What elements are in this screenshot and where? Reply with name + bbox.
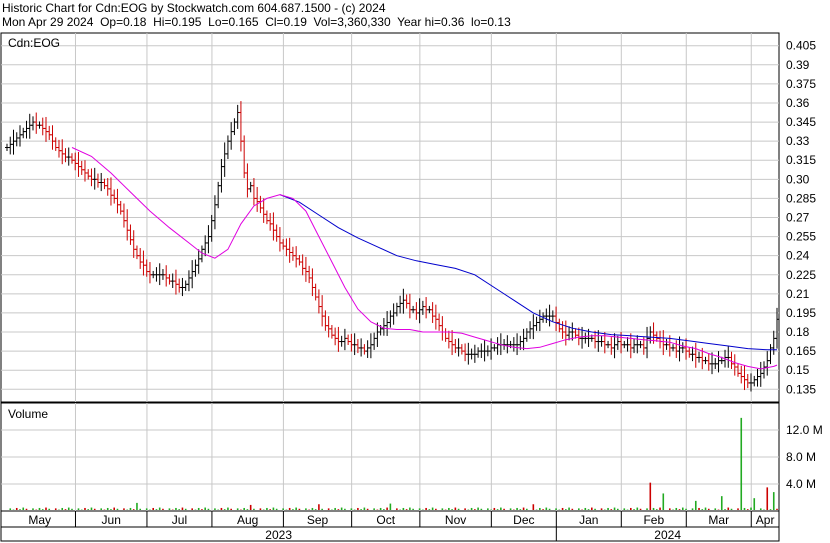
month-label: Mar [708,513,729,527]
volume-tick-label: 4.0 M [786,477,816,491]
month-label: Oct [376,513,395,527]
month-label: Apr [756,513,775,527]
month-label: Feb [643,513,664,527]
price-tick-label: 0.255 [786,230,816,244]
price-tick-label: 0.375 [786,77,816,91]
year-label: 2023 [265,528,292,542]
price-tick-label: 0.27 [786,211,810,225]
price-tick-label: 0.33 [786,134,810,148]
price-tick-label: 0.405 [786,39,816,53]
price-tick-label: 0.30 [786,172,810,186]
price-tick-label: 0.15 [786,363,810,377]
month-label: Jun [102,513,121,527]
price-tick-label: 0.36 [786,96,810,110]
month-label: Jan [579,513,598,527]
price-tick-label: 0.39 [786,58,810,72]
volume-tick-label: 12.0 M [786,423,823,437]
month-label: Sep [307,513,329,527]
volume-tick-label: 8.0 M [786,450,816,464]
price-tick-label: 0.225 [786,268,816,282]
price-tick-label: 0.195 [786,306,816,320]
price-tick-label: 0.315 [786,153,816,167]
month-label: Jul [172,513,187,527]
month-label: Dec [513,513,534,527]
month-label: Aug [237,513,258,527]
price-tick-label: 0.135 [786,382,816,396]
stock-chart: 0.405 0.39 0.375 0.36 0.345 0.33 0.315 0.30 0.28… [0,32,823,542]
month-label: May [28,513,51,527]
month-label: Nov [445,513,466,527]
symbol-label: Cdn:EOG [8,36,60,50]
price-tick-label: 0.285 [786,191,816,205]
price-tick-label: 0.24 [786,249,810,263]
price-tick-label: 0.18 [786,325,810,339]
volume-title: Volume [8,407,48,421]
year-label: 2024 [654,528,681,542]
price-tick-label: 0.165 [786,344,816,358]
price-tick-label: 0.345 [786,115,816,129]
price-tick-label: 0.21 [786,287,810,301]
